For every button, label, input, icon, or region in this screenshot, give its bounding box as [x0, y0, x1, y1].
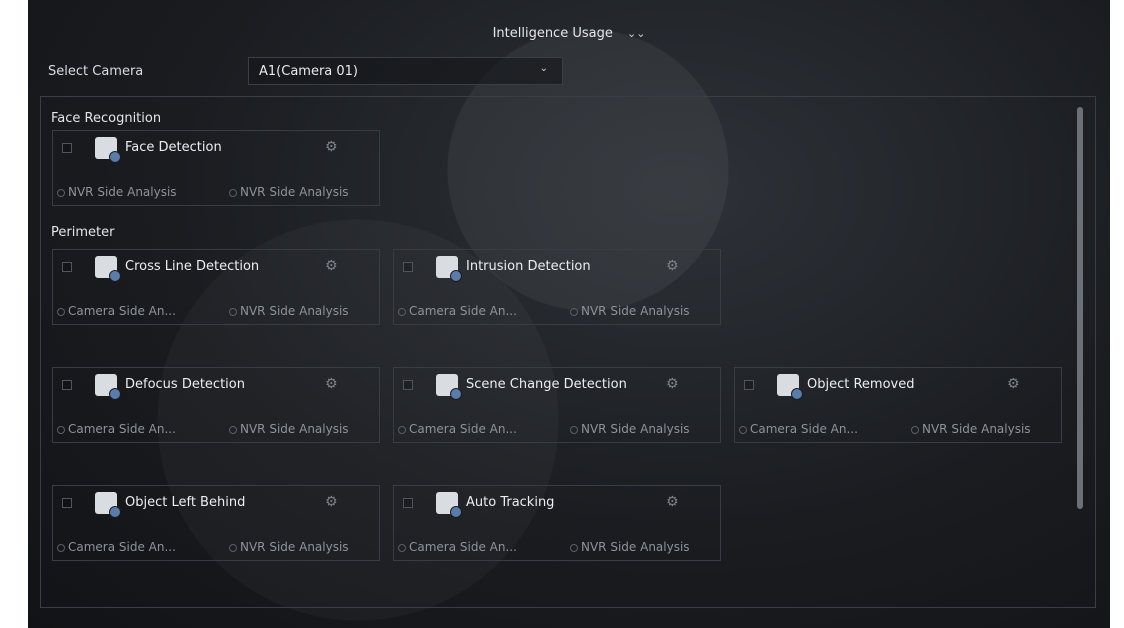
- cross-line-detection-checkbox[interactable]: [62, 262, 72, 272]
- scene-change-detection-icon: [436, 374, 462, 400]
- camera-dropdown-value: A1(Camera 01): [259, 64, 358, 79]
- option-radio[interactable]: NVR Side Analysis: [570, 540, 690, 554]
- option-radio[interactable]: Camera Side An...: [398, 540, 517, 554]
- card-defocus-detection: Defocus Detection ⚙ Camera Side An... NV…: [52, 367, 380, 443]
- option-radio[interactable]: NVR Side Analysis: [57, 185, 177, 199]
- option-radio[interactable]: NVR Side Analysis: [911, 422, 1031, 436]
- defocus-detection-checkbox[interactable]: [62, 380, 72, 390]
- section-title-face-recognition: Face Recognition: [51, 111, 162, 126]
- card-label: Face Detection: [125, 140, 222, 155]
- option-radio[interactable]: NVR Side Analysis: [570, 304, 690, 318]
- card-scene-change-detection: Scene Change Detection ⚙ Camera Side An.…: [393, 367, 721, 443]
- option-radio[interactable]: Camera Side An...: [57, 304, 176, 318]
- card-label: Scene Change Detection: [466, 377, 627, 392]
- option-radio[interactable]: Camera Side An...: [57, 540, 176, 554]
- gear-icon[interactable]: ⚙: [325, 258, 338, 274]
- card-object-left-behind: Object Left Behind ⚙ Camera Side An... N…: [52, 485, 380, 561]
- option-radio[interactable]: NVR Side Analysis: [570, 422, 690, 436]
- intrusion-detection-checkbox[interactable]: [403, 262, 413, 272]
- object-left-behind-checkbox[interactable]: [62, 498, 72, 508]
- gear-icon[interactable]: ⚙: [1007, 376, 1020, 392]
- card-object-removed: Object Removed ⚙ Camera Side An... NVR S…: [734, 367, 1062, 443]
- gear-icon[interactable]: ⚙: [325, 494, 338, 510]
- section-title-perimeter: Perimeter: [51, 225, 115, 240]
- page-title: Intelligence Usage: [492, 26, 613, 41]
- camera-dropdown[interactable]: A1(Camera 01) ⌄: [248, 57, 563, 85]
- gear-icon[interactable]: ⚙: [666, 376, 679, 392]
- scene-change-detection-checkbox[interactable]: [403, 380, 413, 390]
- card-label: Object Removed: [807, 377, 915, 392]
- auto-tracking-icon: [436, 492, 462, 518]
- option-radio[interactable]: Camera Side An...: [398, 422, 517, 436]
- intrusion-detection-icon: [436, 256, 462, 282]
- gear-icon[interactable]: ⚙: [666, 258, 679, 274]
- option-radio[interactable]: Camera Side An...: [57, 422, 176, 436]
- face-detection-icon: [95, 137, 121, 163]
- option-radio[interactable]: NVR Side Analysis: [229, 422, 349, 436]
- option-radio[interactable]: NVR Side Analysis: [229, 304, 349, 318]
- chevron-down-icon: ⌄: [539, 63, 548, 74]
- defocus-detection-icon: [95, 374, 121, 400]
- vertical-scrollbar[interactable]: [1077, 107, 1083, 509]
- card-cross-line-detection: Cross Line Detection ⚙ Camera Side An...…: [52, 249, 380, 325]
- page-title-bar[interactable]: Intelligence Usage ⌄⌄: [28, 26, 1110, 41]
- gear-icon[interactable]: ⚙: [666, 494, 679, 510]
- object-removed-icon: [777, 374, 803, 400]
- intelligence-panel: Face Recognition Face Detection ⚙ NVR Si…: [40, 96, 1096, 608]
- option-radio[interactable]: Camera Side An...: [739, 422, 858, 436]
- card-label: Intrusion Detection: [466, 259, 591, 274]
- option-radio[interactable]: Camera Side An...: [398, 304, 517, 318]
- intelligence-usage-screen: Intelligence Usage ⌄⌄ Select Camera A1(C…: [28, 0, 1110, 628]
- auto-tracking-checkbox[interactable]: [403, 498, 413, 508]
- option-radio[interactable]: NVR Side Analysis: [229, 540, 349, 554]
- card-label: Auto Tracking: [466, 495, 555, 510]
- card-label: Defocus Detection: [125, 377, 245, 392]
- gear-icon[interactable]: ⚙: [325, 139, 338, 155]
- object-left-behind-icon: [95, 492, 121, 518]
- option-radio[interactable]: NVR Side Analysis: [229, 185, 349, 199]
- cross-line-detection-icon: [95, 256, 121, 282]
- card-intrusion-detection: Intrusion Detection ⚙ Camera Side An... …: [393, 249, 721, 325]
- card-auto-tracking: Auto Tracking ⚙ Camera Side An... NVR Si…: [393, 485, 721, 561]
- card-face-detection: Face Detection ⚙ NVR Side Analysis NVR S…: [52, 130, 380, 206]
- gear-icon[interactable]: ⚙: [325, 376, 338, 392]
- card-label: Object Left Behind: [125, 495, 246, 510]
- face-detection-checkbox[interactable]: [62, 143, 72, 153]
- double-chevron-down-icon[interactable]: ⌄⌄: [627, 27, 645, 40]
- object-removed-checkbox[interactable]: [744, 380, 754, 390]
- card-label: Cross Line Detection: [125, 259, 260, 274]
- select-camera-label: Select Camera: [48, 64, 144, 79]
